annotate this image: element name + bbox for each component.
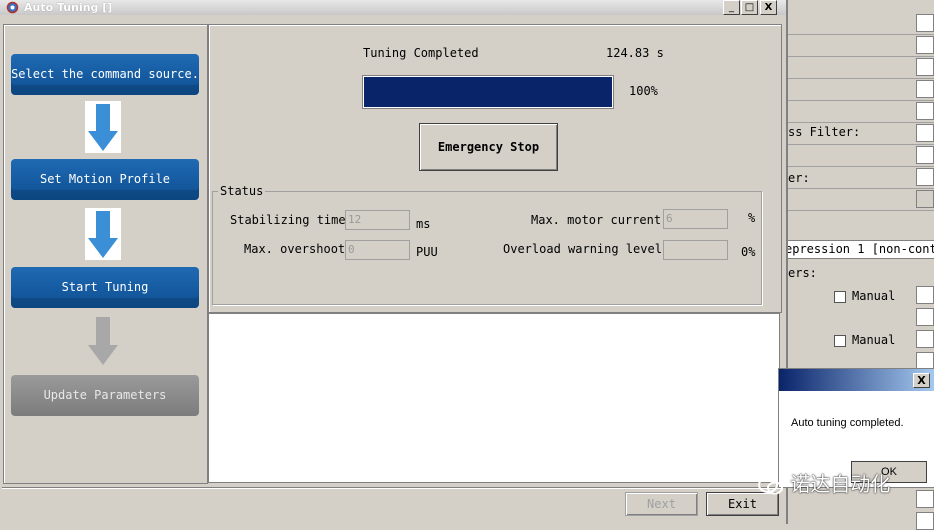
- emergency-stop-button[interactable]: Emergency Stop: [419, 123, 558, 171]
- arrow-down-icon: [88, 317, 118, 365]
- max-motor-current-label: Max. motor current: [531, 213, 662, 227]
- bg-row: [784, 188, 934, 211]
- dialog-title-bar: [779, 369, 934, 391]
- bg-input[interactable]: [916, 58, 934, 76]
- max-motor-current-unit: %: [748, 211, 756, 225]
- bg-er-label: er:: [788, 171, 810, 185]
- step-start-tuning[interactable]: Start Tuning: [11, 267, 199, 308]
- bg-input[interactable]: [916, 286, 934, 304]
- arrow-down-icon: [85, 208, 121, 260]
- watermark: 诺达自动化: [758, 468, 890, 497]
- status-legend: Status: [218, 184, 266, 198]
- progress-fill: [364, 77, 612, 107]
- step-set-motion-profile[interactable]: Set Motion Profile: [11, 159, 199, 200]
- bg-manual-checkbox-2[interactable]: Manual: [834, 333, 895, 347]
- bg-input[interactable]: [916, 14, 934, 32]
- elapsed-time: 124.83 s: [606, 46, 664, 60]
- arrow-down-icon: [85, 101, 121, 153]
- bg-input[interactable]: [916, 168, 934, 186]
- overload-warning-field: [663, 240, 728, 260]
- bg-input[interactable]: [916, 330, 934, 348]
- bg-input[interactable]: [916, 512, 934, 530]
- bg-suppression-select[interactable]: epression 1 [non-conti: [784, 240, 934, 259]
- bg-input[interactable]: [916, 80, 934, 98]
- bg-input[interactable]: [916, 490, 934, 508]
- bg-input[interactable]: [916, 190, 934, 208]
- bg-ers-label: ers:: [788, 266, 817, 280]
- minimize-button[interactable]: _: [723, 0, 740, 15]
- auto-tuning-window: Auto Tuning [] _ □ X Select the command …: [0, 0, 788, 524]
- max-overshoot-field: 0: [345, 240, 410, 260]
- bg-input[interactable]: [916, 36, 934, 54]
- gear-icon: [6, 1, 19, 14]
- bg-row: [784, 100, 934, 123]
- log-output: [208, 313, 780, 483]
- next-button[interactable]: Next: [625, 492, 698, 516]
- progress-percent: 100%: [629, 84, 658, 98]
- overload-warning-label: Overload warning level: [503, 242, 662, 256]
- tuning-status-text: Tuning Completed: [363, 46, 479, 60]
- watermark-text: 诺达自动化: [790, 472, 891, 496]
- bg-input[interactable]: [916, 102, 934, 120]
- dialog-message: Auto tuning completed.: [791, 417, 904, 429]
- bg-row: [784, 144, 934, 167]
- bg-row: er:: [784, 166, 934, 189]
- bg-row: [784, 56, 934, 79]
- wechat-icon: [758, 476, 783, 494]
- bg-input[interactable]: [916, 146, 934, 164]
- close-button[interactable]: X: [760, 0, 777, 15]
- step-update-parameters: Update Parameters: [11, 375, 199, 416]
- bg-manual-checkbox-1[interactable]: Manual: [834, 289, 895, 303]
- dialog-close-button[interactable]: X: [913, 373, 930, 388]
- bg-row: [784, 78, 934, 101]
- max-overshoot-label: Max. overshoot: [244, 242, 346, 256]
- bg-row: [784, 12, 934, 35]
- max-motor-current-field: 6: [663, 209, 728, 229]
- checkbox-icon[interactable]: [834, 334, 846, 347]
- maximize-button[interactable]: □: [741, 0, 758, 15]
- title-bar: Auto Tuning [] _ □ X: [0, 0, 786, 15]
- checkbox-icon[interactable]: [834, 290, 846, 303]
- bg-row: ss Filter:: [784, 122, 934, 145]
- window-title: Auto Tuning []: [24, 1, 113, 14]
- bg-row: [784, 34, 934, 57]
- stabilizing-time-field: 12: [345, 210, 410, 230]
- overload-warning-unit: 0%: [741, 245, 756, 259]
- bg-manual-label: Manual: [852, 333, 896, 347]
- stabilizing-time-label: Stabilizing time: [230, 213, 346, 227]
- step-select-command-source[interactable]: Select the command source.: [11, 54, 199, 95]
- max-overshoot-unit: PUU: [416, 245, 438, 259]
- bg-input[interactable]: [916, 124, 934, 142]
- bg-manual-label: Manual: [852, 289, 896, 303]
- stabilizing-time-unit: ms: [416, 217, 431, 231]
- bg-input[interactable]: [916, 308, 934, 326]
- tuning-progress-bar: [362, 75, 614, 109]
- bg-filter-label: ss Filter:: [788, 125, 861, 139]
